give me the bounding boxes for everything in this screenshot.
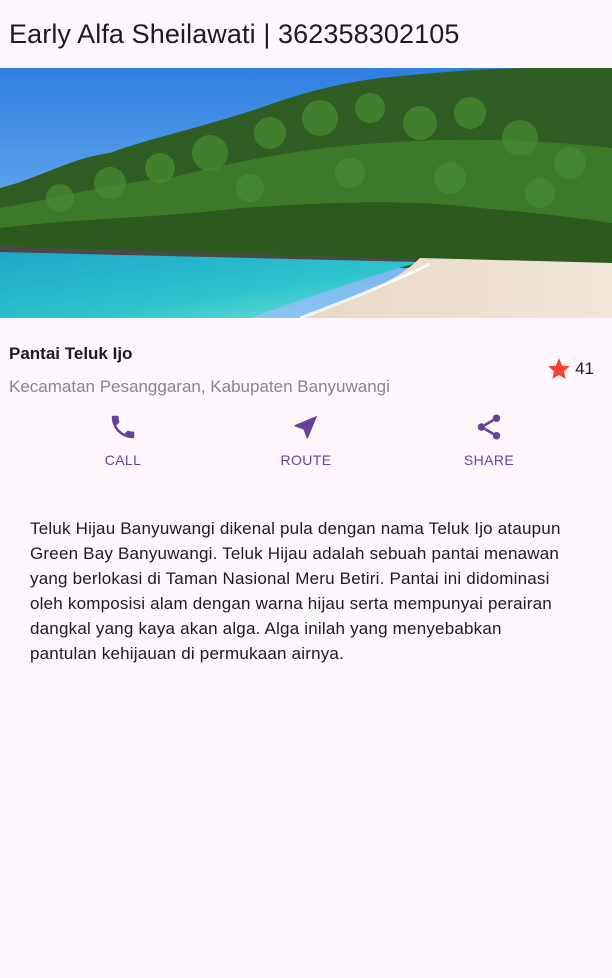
- phone-icon: [111, 415, 135, 439]
- place-location: Kecamatan Pesanggaran, Kabupaten Banyuwa…: [9, 377, 390, 396]
- app-title: Early Alfa Sheilawati | 362358302105: [9, 18, 460, 49]
- title-section: Pantai Teluk Ijo Kecamatan Pesanggaran, …: [0, 318, 612, 410]
- route-label: ROUTE: [280, 452, 332, 468]
- star-icon[interactable]: [546, 356, 572, 382]
- rating[interactable]: 41: [546, 356, 594, 382]
- call-label: CALL: [104, 452, 142, 468]
- action-buttons: CALL ROUTE SHARE: [0, 408, 612, 508]
- share-button[interactable]: SHARE: [429, 408, 549, 508]
- rating-count: 41: [575, 359, 594, 378]
- beach-photo: [0, 68, 612, 318]
- app-bar: Early Alfa Sheilawati | 362358302105: [0, 0, 612, 68]
- description-text: Teluk Hijau Banyuwangi dikenal pula deng…: [30, 519, 561, 663]
- share-icon: [477, 414, 501, 440]
- place-name: Pantai Teluk Ijo: [9, 344, 133, 363]
- call-button[interactable]: CALL: [63, 408, 183, 508]
- navigation-icon: [294, 415, 318, 439]
- route-button[interactable]: ROUTE: [246, 408, 366, 508]
- share-label: SHARE: [463, 452, 515, 468]
